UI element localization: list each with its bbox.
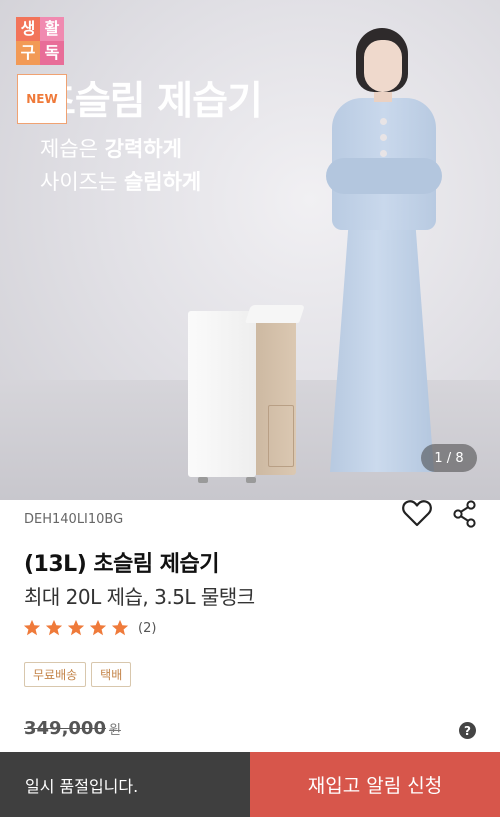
dehumidifier-photo: [186, 305, 305, 483]
original-price: 349,000 원: [24, 718, 121, 739]
product-name: (13L) 초슬림 제습기: [24, 552, 220, 577]
soldout-notice: 일시 품절입니다.: [0, 752, 250, 817]
tag-parcel: 택배: [91, 662, 132, 687]
rating-stars[interactable]: (2): [23, 619, 156, 637]
share-icon[interactable]: [450, 499, 480, 529]
star-icon: [67, 619, 85, 636]
hero-title: 초슬림 제습기: [40, 79, 263, 124]
new-badge: NEW: [17, 74, 67, 124]
model-code: DEH140LI10BG: [24, 512, 124, 527]
bottom-action-bar: 일시 품절입니다. 재입고 알림 신청: [0, 752, 500, 817]
subscription-badge: 생 활 구 독: [16, 17, 64, 65]
hero-line-2: 사이즈는 슬림하게: [40, 170, 202, 194]
original-price-value: 349,000: [24, 718, 106, 739]
product-subtitle: 최대 20L 제습, 3.5L 물탱크: [24, 585, 255, 609]
hero-line-1: 제습은 강력하게: [40, 137, 182, 161]
star-icon: [89, 619, 107, 636]
star-icon: [23, 619, 41, 636]
restock-alert-button[interactable]: 재입고 알림 신청: [250, 752, 500, 817]
star-icon: [111, 619, 129, 636]
shipping-tags: 무료배송 택배: [24, 662, 132, 687]
star-icon: [45, 619, 63, 636]
review-count[interactable]: (2): [138, 621, 156, 636]
model-photo: [316, 22, 446, 477]
heart-outline-icon[interactable]: [401, 498, 433, 528]
question-circle-icon[interactable]: ?: [459, 722, 476, 739]
image-counter: 1 / 8: [421, 444, 477, 472]
product-image-carousel[interactable]: 초슬림 제습기 제습은 강력하게 사이즈는 슬림하게 생 활 구 독 NEW 1…: [0, 0, 500, 500]
currency-unit: 원: [108, 723, 121, 738]
tag-free-shipping: 무료배송: [24, 662, 87, 687]
